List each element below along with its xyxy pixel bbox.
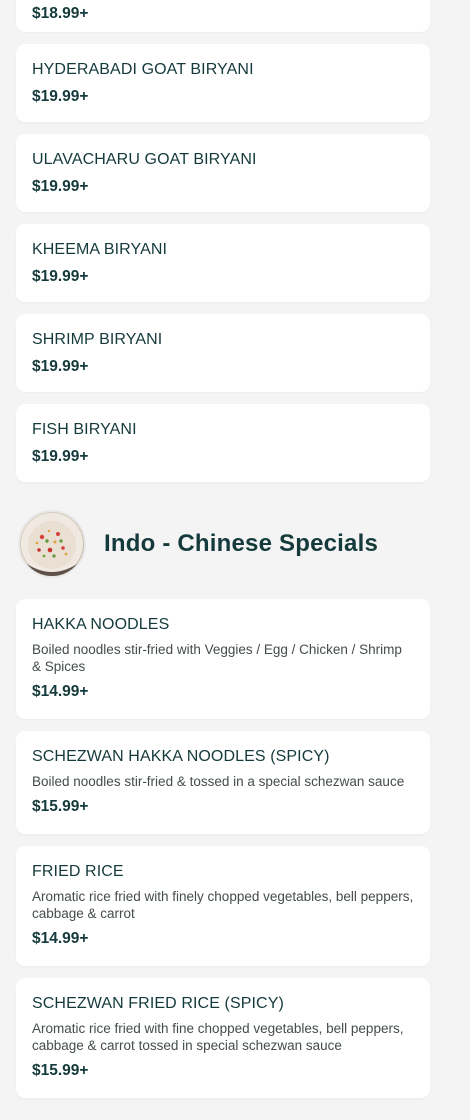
menu-item-card[interactable]: FISH BIRYANI $19.99+ bbox=[16, 404, 430, 482]
item-name: ULAVACHARU GOAT BIRYANI bbox=[32, 151, 257, 168]
menu-item-card[interactable]: HYDERABADI GOAT BIRYANI $19.99+ bbox=[16, 44, 430, 122]
menu-item-card[interactable]: SHRIMP BIRYANI $19.99+ bbox=[16, 314, 430, 392]
item-name: FISH BIRYANI bbox=[32, 421, 137, 438]
menu-item-card[interactable]: SCHEZWAN FRIED RICE (SPICY) Aromatic ric… bbox=[16, 978, 430, 1098]
item-name: HAKKA NOODLES bbox=[32, 616, 170, 633]
item-description: Aromatic rice fried with fine chopped ve… bbox=[32, 1021, 404, 1053]
item-name: KHEEMA BIRYANI bbox=[32, 241, 168, 258]
item-price: $19.99+ bbox=[32, 268, 89, 285]
menu-item-card[interactable]: SCHEZWAN HAKKA NOODLES (SPICY) Boiled no… bbox=[16, 731, 430, 834]
item-price: $14.99+ bbox=[32, 683, 89, 700]
menu-item-card[interactable]: HAKKA NOODLES Boiled noodles stir-fried … bbox=[16, 599, 430, 719]
item-name: FRIED RICE bbox=[32, 863, 124, 880]
menu-item-card[interactable]: FRIED RICE Aromatic rice fried with fine… bbox=[16, 846, 430, 966]
item-name: SCHEZWAN HAKKA NOODLES (SPICY) bbox=[32, 748, 330, 765]
item-price: $18.99+ bbox=[32, 5, 89, 22]
fried-rice-photo-icon bbox=[18, 510, 86, 578]
item-description: Boiled noodles stir-fried & tossed in a … bbox=[32, 774, 405, 789]
item-price: $19.99+ bbox=[32, 178, 89, 195]
menu-page: $18.99+ HYDERABADI GOAT BIRYANI $19.99+ … bbox=[0, 0, 470, 1120]
item-price: $15.99+ bbox=[32, 1062, 89, 1079]
item-description: Boiled noodles stir-fried with Veggies /… bbox=[32, 642, 402, 674]
item-name: HYDERABADI GOAT BIRYANI bbox=[32, 61, 254, 78]
item-name: SHRIMP BIRYANI bbox=[32, 331, 163, 348]
menu-item-card[interactable]: ULAVACHARU GOAT BIRYANI $19.99+ bbox=[16, 134, 430, 212]
item-description: Aromatic rice fried with finely chopped … bbox=[32, 889, 414, 921]
menu-scroll-container[interactable]: $18.99+ HYDERABADI GOAT BIRYANI $19.99+ … bbox=[0, 0, 470, 1110]
item-name: SCHEZWAN FRIED RICE (SPICY) bbox=[32, 995, 284, 1012]
item-price: $19.99+ bbox=[32, 448, 89, 465]
menu-item-card[interactable]: $18.99+ bbox=[16, 0, 430, 32]
item-price: $19.99+ bbox=[32, 88, 89, 105]
item-price: $15.99+ bbox=[32, 798, 89, 815]
item-price: $14.99+ bbox=[32, 930, 89, 947]
item-price: $19.99+ bbox=[32, 358, 89, 375]
section-title: Indo - Chinese Specials bbox=[104, 530, 379, 557]
menu-item-card[interactable]: KHEEMA BIRYANI $19.99+ bbox=[16, 224, 430, 302]
section-header: Indo - Chinese Specials bbox=[18, 509, 470, 579]
